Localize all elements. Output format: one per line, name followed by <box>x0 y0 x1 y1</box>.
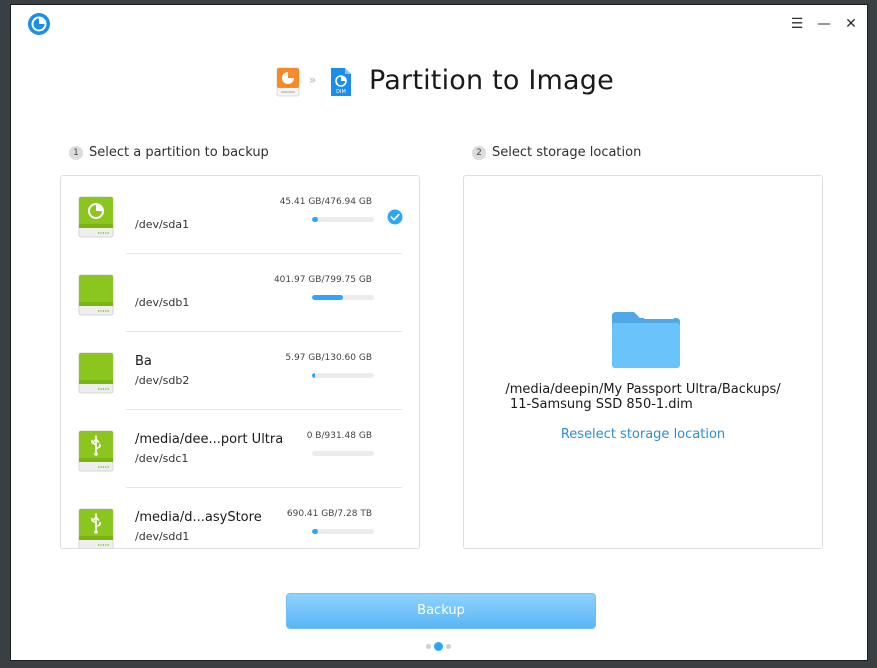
partition-device: /dev/sdc1 <box>135 452 189 465</box>
step-1-label: 1 Select a partition to backup <box>69 145 269 160</box>
storage-path-line1: /media/deepin/My Passport Ultra/Backups/ <box>505 382 781 397</box>
usage-bar <box>312 451 374 456</box>
partition-device: /dev/sdb1 <box>135 296 190 309</box>
partition-device: /dev/sdb2 <box>135 374 190 387</box>
partition-size: 690.41 GB/7.28 TB <box>286 509 372 519</box>
usage-bar <box>312 373 374 378</box>
pagination-dot-active <box>434 642 443 651</box>
page-title: Partition to Image <box>369 65 614 96</box>
pagination-dot <box>446 644 451 649</box>
disk-icon <box>78 274 114 316</box>
image-file-icon: DIM <box>331 68 351 96</box>
step-1-text: Select a partition to backup <box>89 145 269 160</box>
storage-path-line2: 11-Samsung SSD 850-1.dim <box>510 397 693 412</box>
arrow-icon: » <box>309 73 317 87</box>
disk-icon <box>78 352 114 394</box>
usage-bar <box>312 295 374 300</box>
partition-icon <box>276 67 300 97</box>
app-window: ☰ — ✕ » DIM Partition to Image 1 Select a… <box>10 4 868 661</box>
folder-icon <box>612 312 680 368</box>
backup-button[interactable]: Backup <box>286 593 596 629</box>
usb-disk-icon <box>78 430 114 472</box>
partition-row[interactable]: Ba/dev/sdb2 5.97 GB/130.60 GB <box>61 332 419 410</box>
partition-list[interactable]: /dev/sda1 45.41 GB/476.94 GB/dev/sdb1 401.… <box>60 175 420 549</box>
partition-name: Ba <box>135 354 152 369</box>
deepin-disk-icon <box>78 196 114 238</box>
partition-device: /dev/sda1 <box>135 218 190 231</box>
usage-bar-fill <box>312 217 318 222</box>
usage-bar-fill <box>312 373 315 378</box>
usb-disk-icon <box>78 508 114 548</box>
selected-check-icon <box>387 209 403 225</box>
storage-path: /media/deepin/My Passport Ultra/Backups/… <box>464 382 822 412</box>
usage-bar <box>312 217 374 222</box>
pagination-dot <box>426 644 431 649</box>
usage-bar-fill <box>312 529 318 534</box>
usage-bar <box>312 529 374 534</box>
storage-location-panel: /media/deepin/My Passport Ultra/Backups/… <box>463 175 823 549</box>
menu-button[interactable]: ☰ <box>787 14 807 34</box>
partition-name: /media/dee...port Ultra <box>135 432 284 447</box>
step-1-number: 1 <box>69 146 83 160</box>
partition-size: 5.97 GB/130.60 GB <box>285 353 372 363</box>
partition-row[interactable]: /dev/sdb1 401.97 GB/799.75 GB <box>61 254 419 332</box>
partition-size: 0 B/931.48 GB <box>306 431 372 441</box>
step-2-label: 2 Select storage location <box>472 145 641 160</box>
partition-size: 401.97 GB/799.75 GB <box>273 275 372 285</box>
page-header: » DIM Partition to Image <box>11 63 867 103</box>
svg-text:DIM: DIM <box>336 89 346 95</box>
minimize-button[interactable]: — <box>814 14 834 34</box>
partition-row[interactable]: /dev/sda1 45.41 GB/476.94 GB <box>61 176 419 254</box>
partition-row[interactable]: /media/dee...port Ultra/dev/sdc1 0 B/931.… <box>61 410 419 488</box>
step-2-text: Select storage location <box>492 145 642 160</box>
app-logo-icon <box>28 13 50 35</box>
step-2-number: 2 <box>472 146 486 160</box>
partition-name: /media/d...asyStore <box>135 510 262 525</box>
close-button[interactable]: ✕ <box>841 14 861 34</box>
usage-bar-fill <box>312 295 343 300</box>
partition-size: 45.41 GB/476.94 GB <box>279 197 372 207</box>
partition-row[interactable]: /media/d...asyStore/dev/sdd1 690.41 GB/7.… <box>61 488 419 548</box>
partition-device: /dev/sdd1 <box>135 530 190 543</box>
reselect-storage-link[interactable]: Reselect storage location <box>464 427 822 442</box>
